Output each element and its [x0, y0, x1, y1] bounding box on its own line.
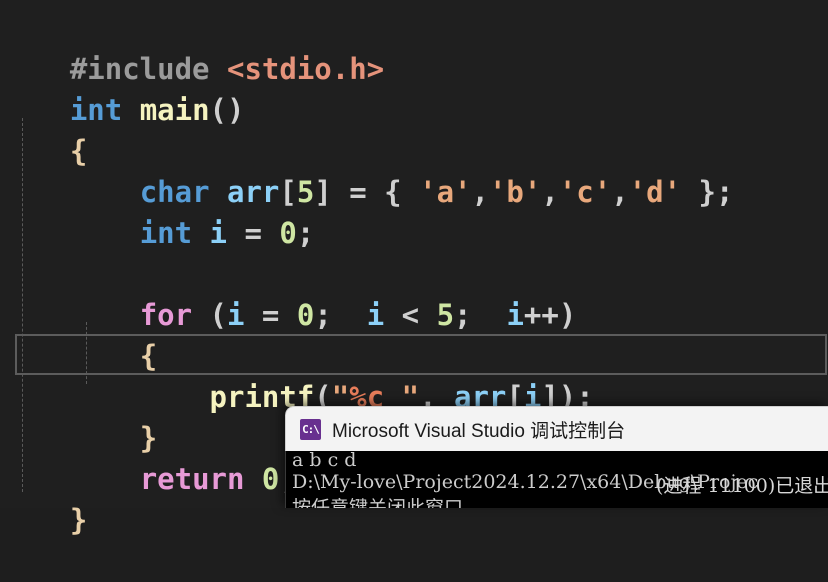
code-line[interactable]: #include <stdio.h>: [0, 8, 828, 86]
code-line[interactable]: char arr[5] = { 'a','b','c','d' };: [0, 131, 828, 209]
debug-console-window[interactable]: C:\ Microsoft Visual Studio 调试控制台 a b c …: [285, 406, 828, 508]
console-output-area[interactable]: a b c d D:\My-love\Project2024.12.27\x64…: [285, 451, 828, 508]
code-line[interactable]: for (i = 0; i < 5; i++): [0, 254, 828, 332]
console-title: Microsoft Visual Studio 调试控制台: [332, 420, 626, 442]
code-line[interactable]: {: [0, 90, 828, 168]
console-titlebar[interactable]: C:\ Microsoft Visual Studio 调试控制台: [285, 406, 828, 451]
error-squiggle-icon: [88, 84, 160, 92]
code-line[interactable]: int i = 0;: [0, 172, 828, 250]
code-line-current[interactable]: printf("%c ", arr[i]);: [0, 336, 828, 414]
code-line[interactable]: [0, 213, 828, 254]
code-token: }: [69, 503, 88, 537]
console-prompt: 按任意键关闭此窗口. . .: [292, 497, 494, 508]
console-icon-glyph: C:\: [302, 422, 320, 436]
console-program-output: a b c d: [292, 451, 357, 471]
code-line-content: }: [70, 503, 87, 537]
cmd-console-icon: C:\: [300, 418, 321, 440]
code-line[interactable]: {: [0, 295, 828, 373]
console-exit-message: (进程 11100)已退出，代码为 0。: [656, 475, 828, 497]
